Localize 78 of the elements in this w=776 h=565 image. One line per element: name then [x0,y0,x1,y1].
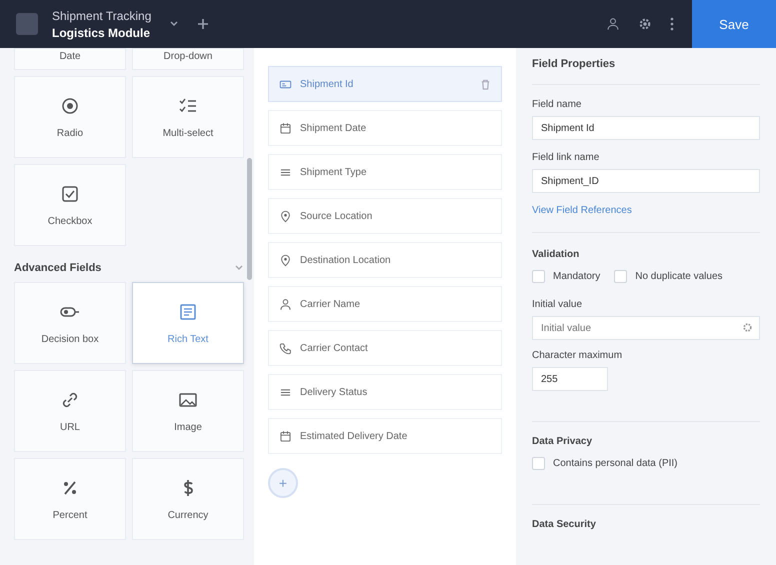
form-field-row[interactable]: Shipment Date [268,110,502,146]
calendar-icon [279,122,292,134]
form-field-row[interactable]: Shipment Id [268,66,502,102]
tile-label: Radio [56,128,84,138]
field-type-tile[interactable]: Decision box [14,282,126,364]
tile-label: Multi-select [162,128,214,138]
person-icon [279,298,292,310]
section-title: Data Security [532,519,597,530]
field-references-link[interactable]: View Field References [532,205,760,233]
field-label: Shipment Id [300,78,354,90]
field-type-tile[interactable]: Image [132,370,244,452]
field-label: Source Location [300,210,372,222]
panel-title: Field Properties [532,58,760,85]
tile-label: Currency [168,510,208,520]
link-name-input[interactable]: Shipment_ID [532,169,760,193]
field-label: Field name [532,99,582,110]
field-type-tile[interactable]: Checkbox [14,164,126,246]
scrollbar[interactable] [247,158,252,280]
field-type-tile[interactable]: Percent [14,458,126,540]
gear-icon[interactable] [742,322,753,333]
field-label: Shipment Date [300,122,366,134]
module-name: Logistics Module [52,26,152,40]
checkbox[interactable] [532,457,545,470]
field-type-tile[interactable]: Rich Text [132,282,244,364]
checkbox[interactable] [532,270,545,283]
document-icon [178,302,198,322]
calendar-icon [279,430,292,442]
plus-icon[interactable] [197,18,210,30]
tile-label: Date [59,51,81,62]
field-label: Carrier Name [300,298,360,310]
field-label: Carrier Contact [300,342,368,354]
field-label: Shipment Type [300,166,367,178]
checkbox-label: Contains personal data (PII) [553,458,678,469]
checkbox-label: No duplicate values [635,271,723,282]
pin-icon [279,210,292,222]
field-label: Delivery Status [300,386,368,398]
phone-icon [279,342,292,354]
section-title: Data Privacy [532,436,594,447]
initial-value-input[interactable]: Initial value [532,316,760,340]
field-label: Field link name [532,152,600,163]
save-button[interactable]: Save [692,0,776,48]
character-maximum-input[interactable]: 255 [532,367,608,391]
field-label: Initial value [532,299,584,310]
form-field-row[interactable]: Source Location [268,198,502,234]
app-title: Shipment Tracking [52,8,152,22]
tile-label: Image [174,422,202,432]
more-icon[interactable] [670,17,674,31]
field-label: Destination Location [300,254,391,266]
checkbox-icon [60,184,80,204]
tile-label: Checkbox [48,216,92,226]
radio-icon [60,96,80,116]
app-logo-icon[interactable] [16,13,38,35]
field-label: Estimated Delivery Date [300,430,408,442]
form-field-row[interactable]: Carrier Name [268,286,502,322]
tile-label: Percent [52,510,88,520]
form-field-row[interactable]: Carrier Contact [268,330,502,366]
section-title: Validation [532,249,580,260]
field-type-tile[interactable]: Currency [132,458,244,540]
field-type-tile[interactable]: Multi-select [132,76,244,158]
checkbox-label: Mandatory [553,271,600,282]
field-name-input[interactable]: Shipment Id [532,116,760,140]
field-label: Character maximum [532,350,624,361]
checkbox[interactable] [614,270,628,283]
tile-label: URL [60,422,80,432]
section-title: Advanced Fields [14,262,102,274]
tile-label: Decision box [41,334,99,344]
form-field-row[interactable]: Destination Location [268,242,502,278]
trash-icon[interactable] [480,78,491,90]
settings-icon[interactable] [638,17,652,31]
form-field-row[interactable]: Estimated Delivery Date [268,418,502,454]
field-type-tile[interactable]: Radio [14,76,126,158]
form-field-row[interactable]: Delivery Status [268,374,502,410]
field-type-tile[interactable]: URL [14,370,126,452]
pin-icon [279,254,292,266]
form-field-row[interactable]: Shipment Type [268,154,502,190]
person-icon[interactable] [606,17,620,31]
tile-label: Drop-down [164,51,212,62]
tile-label: Rich Text [168,334,208,344]
